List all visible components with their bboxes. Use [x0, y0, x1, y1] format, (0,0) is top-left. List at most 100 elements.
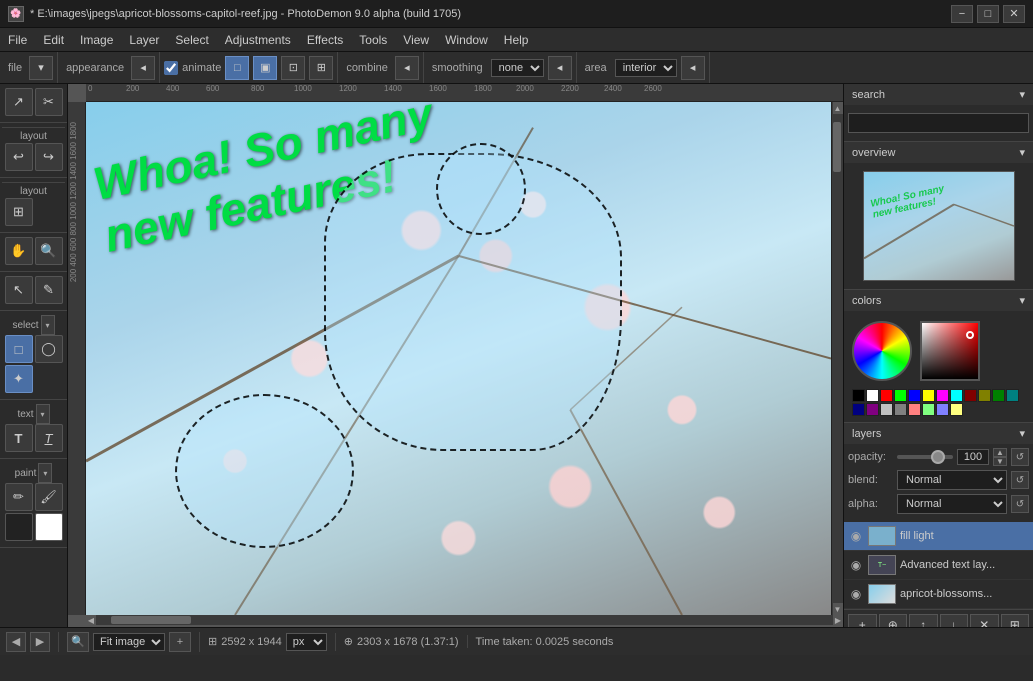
paint-dropdown[interactable]: ▾: [38, 463, 52, 483]
layer-eye-fill-light[interactable]: ◉: [848, 528, 864, 544]
swatch-yellow[interactable]: [922, 389, 935, 402]
minimize-button[interactable]: −: [951, 5, 973, 23]
scroll-thumb-v[interactable]: [833, 122, 841, 172]
color-wheel[interactable]: [852, 321, 912, 381]
title-bar-controls[interactable]: − □ ✕: [951, 5, 1025, 23]
opacity-down[interactable]: ▼: [993, 457, 1007, 466]
opacity-up[interactable]: ▲: [993, 448, 1007, 457]
shape-btn-1[interactable]: □: [225, 56, 249, 80]
tool-redo[interactable]: ↪: [35, 143, 63, 171]
swatch-light-yellow[interactable]: [950, 403, 963, 416]
shape-btn-4[interactable]: ⊞: [309, 56, 333, 80]
area-select[interactable]: interior: [615, 59, 677, 77]
scroll-right-btn[interactable]: ▶: [833, 615, 843, 625]
swatch-teal[interactable]: [1006, 389, 1019, 402]
swatch-purple[interactable]: [866, 403, 879, 416]
swatch-light-blue[interactable]: [936, 403, 949, 416]
layer-down-btn[interactable]: ↓: [940, 614, 969, 627]
layer-up-btn[interactable]: ↑: [909, 614, 938, 627]
swatch-white[interactable]: [866, 389, 879, 402]
opacity-reset[interactable]: ↺: [1011, 448, 1029, 466]
alpha-reset[interactable]: ↺: [1011, 495, 1029, 513]
toolbar-area-collapse[interactable]: ◂: [681, 56, 705, 80]
tool-zoom[interactable]: 🔍: [35, 237, 63, 265]
overview-thumbnail[interactable]: Whoa! So manynew features!: [863, 171, 1015, 281]
toolbar-file-btn[interactable]: ▾: [29, 56, 53, 80]
layer-merge-btn[interactable]: ⊞: [1001, 614, 1030, 627]
status-prev-btn[interactable]: ◀: [6, 632, 26, 652]
tool-pencil[interactable]: ✎: [35, 276, 63, 304]
toolbar-combine-collapse[interactable]: ◂: [395, 56, 419, 80]
smoothing-select[interactable]: none: [491, 59, 544, 77]
animate-checkbox[interactable]: [164, 61, 178, 75]
layers-header[interactable]: layers ▾: [844, 423, 1033, 444]
tool-arrow[interactable]: ↗: [5, 88, 33, 116]
swatch-cyan[interactable]: [950, 389, 963, 402]
layer-item-apricot[interactable]: ◉ apricot-blossoms...: [844, 580, 1033, 609]
search-header[interactable]: search ▾: [844, 84, 1033, 105]
zoom-out-btn[interactable]: 🔍: [67, 632, 89, 652]
menu-tools[interactable]: Tools: [351, 28, 395, 51]
zoom-in-btn[interactable]: +: [169, 632, 191, 652]
swatch-pink[interactable]: [908, 403, 921, 416]
menu-layer[interactable]: Layer: [121, 28, 167, 51]
scroll-left-btn[interactable]: ◀: [86, 615, 96, 625]
tool-brush[interactable]: ✏: [5, 483, 33, 511]
zoom-select[interactable]: Fit image 25% 50% 100% 200%: [93, 633, 165, 651]
menu-file[interactable]: File: [0, 28, 35, 51]
tool-lasso[interactable]: ✦: [5, 365, 33, 393]
layer-item-advanced-text[interactable]: ◉ T~ Advanced text lay...: [844, 551, 1033, 580]
search-input[interactable]: [848, 113, 1029, 133]
toolbar-smoothing-collapse[interactable]: ◂: [548, 56, 572, 80]
tool-fill[interactable]: 🖌: [35, 483, 63, 511]
scroll-up-btn[interactable]: ▲: [833, 102, 843, 114]
opacity-slider[interactable]: [897, 455, 953, 459]
menu-window[interactable]: Window: [437, 28, 496, 51]
swatch-olive[interactable]: [978, 389, 991, 402]
tool-crop[interactable]: ✂: [35, 88, 63, 116]
swatch-green[interactable]: [894, 389, 907, 402]
tool-text-style[interactable]: T: [35, 424, 63, 452]
tool-undo[interactable]: ↩: [5, 143, 33, 171]
canvas-content[interactable]: Whoa! So many new features!: [86, 102, 831, 615]
tool-select-arrow[interactable]: ↖: [5, 276, 33, 304]
layer-add-btn[interactable]: +: [848, 614, 877, 627]
unit-select[interactable]: px cm in: [286, 633, 327, 651]
swatch-navy[interactable]: [852, 403, 865, 416]
shape-btn-2[interactable]: ▣: [253, 56, 277, 80]
menu-help[interactable]: Help: [496, 28, 537, 51]
opacity-input[interactable]: [957, 449, 989, 465]
swatch-silver[interactable]: [880, 403, 893, 416]
menu-image[interactable]: Image: [72, 28, 121, 51]
menu-view[interactable]: View: [395, 28, 437, 51]
tool-ellipse-select[interactable]: ◯: [35, 335, 63, 363]
tool-bg-color[interactable]: [35, 513, 63, 541]
menu-adjustments[interactable]: Adjustments: [217, 28, 299, 51]
tool-layout[interactable]: ⊞: [5, 198, 33, 226]
scroll-thumb-h[interactable]: [111, 616, 191, 624]
swatch-dark-green[interactable]: [992, 389, 1005, 402]
layer-item-fill-light[interactable]: ◉ fill light: [844, 522, 1033, 551]
text-dropdown[interactable]: ▾: [36, 404, 50, 424]
swatch-maroon[interactable]: [964, 389, 977, 402]
tool-fg-color[interactable]: [5, 513, 33, 541]
menu-effects[interactable]: Effects: [299, 28, 351, 51]
colors-header[interactable]: colors ▾: [844, 290, 1033, 311]
swatch-blue[interactable]: [908, 389, 921, 402]
close-button[interactable]: ✕: [1003, 5, 1025, 23]
menu-select[interactable]: Select: [167, 28, 216, 51]
canvas-scrollbar-h[interactable]: ◀ ▶: [86, 615, 843, 627]
toolbar-appearance-collapse[interactable]: ◂: [131, 56, 155, 80]
swatch-gray[interactable]: [894, 403, 907, 416]
select-dropdown[interactable]: ▾: [41, 315, 55, 335]
tool-text[interactable]: T: [5, 424, 33, 452]
scroll-down-btn[interactable]: ▼: [833, 603, 843, 615]
tool-rect-select[interactable]: □: [5, 335, 33, 363]
overview-header[interactable]: overview ▾: [844, 142, 1033, 163]
layer-duplicate-btn[interactable]: ⊕: [879, 614, 908, 627]
maximize-button[interactable]: □: [977, 5, 999, 23]
swatch-magenta[interactable]: [936, 389, 949, 402]
layer-eye-advanced-text[interactable]: ◉: [848, 557, 864, 573]
menu-edit[interactable]: Edit: [35, 28, 72, 51]
opacity-thumb[interactable]: [931, 450, 945, 464]
